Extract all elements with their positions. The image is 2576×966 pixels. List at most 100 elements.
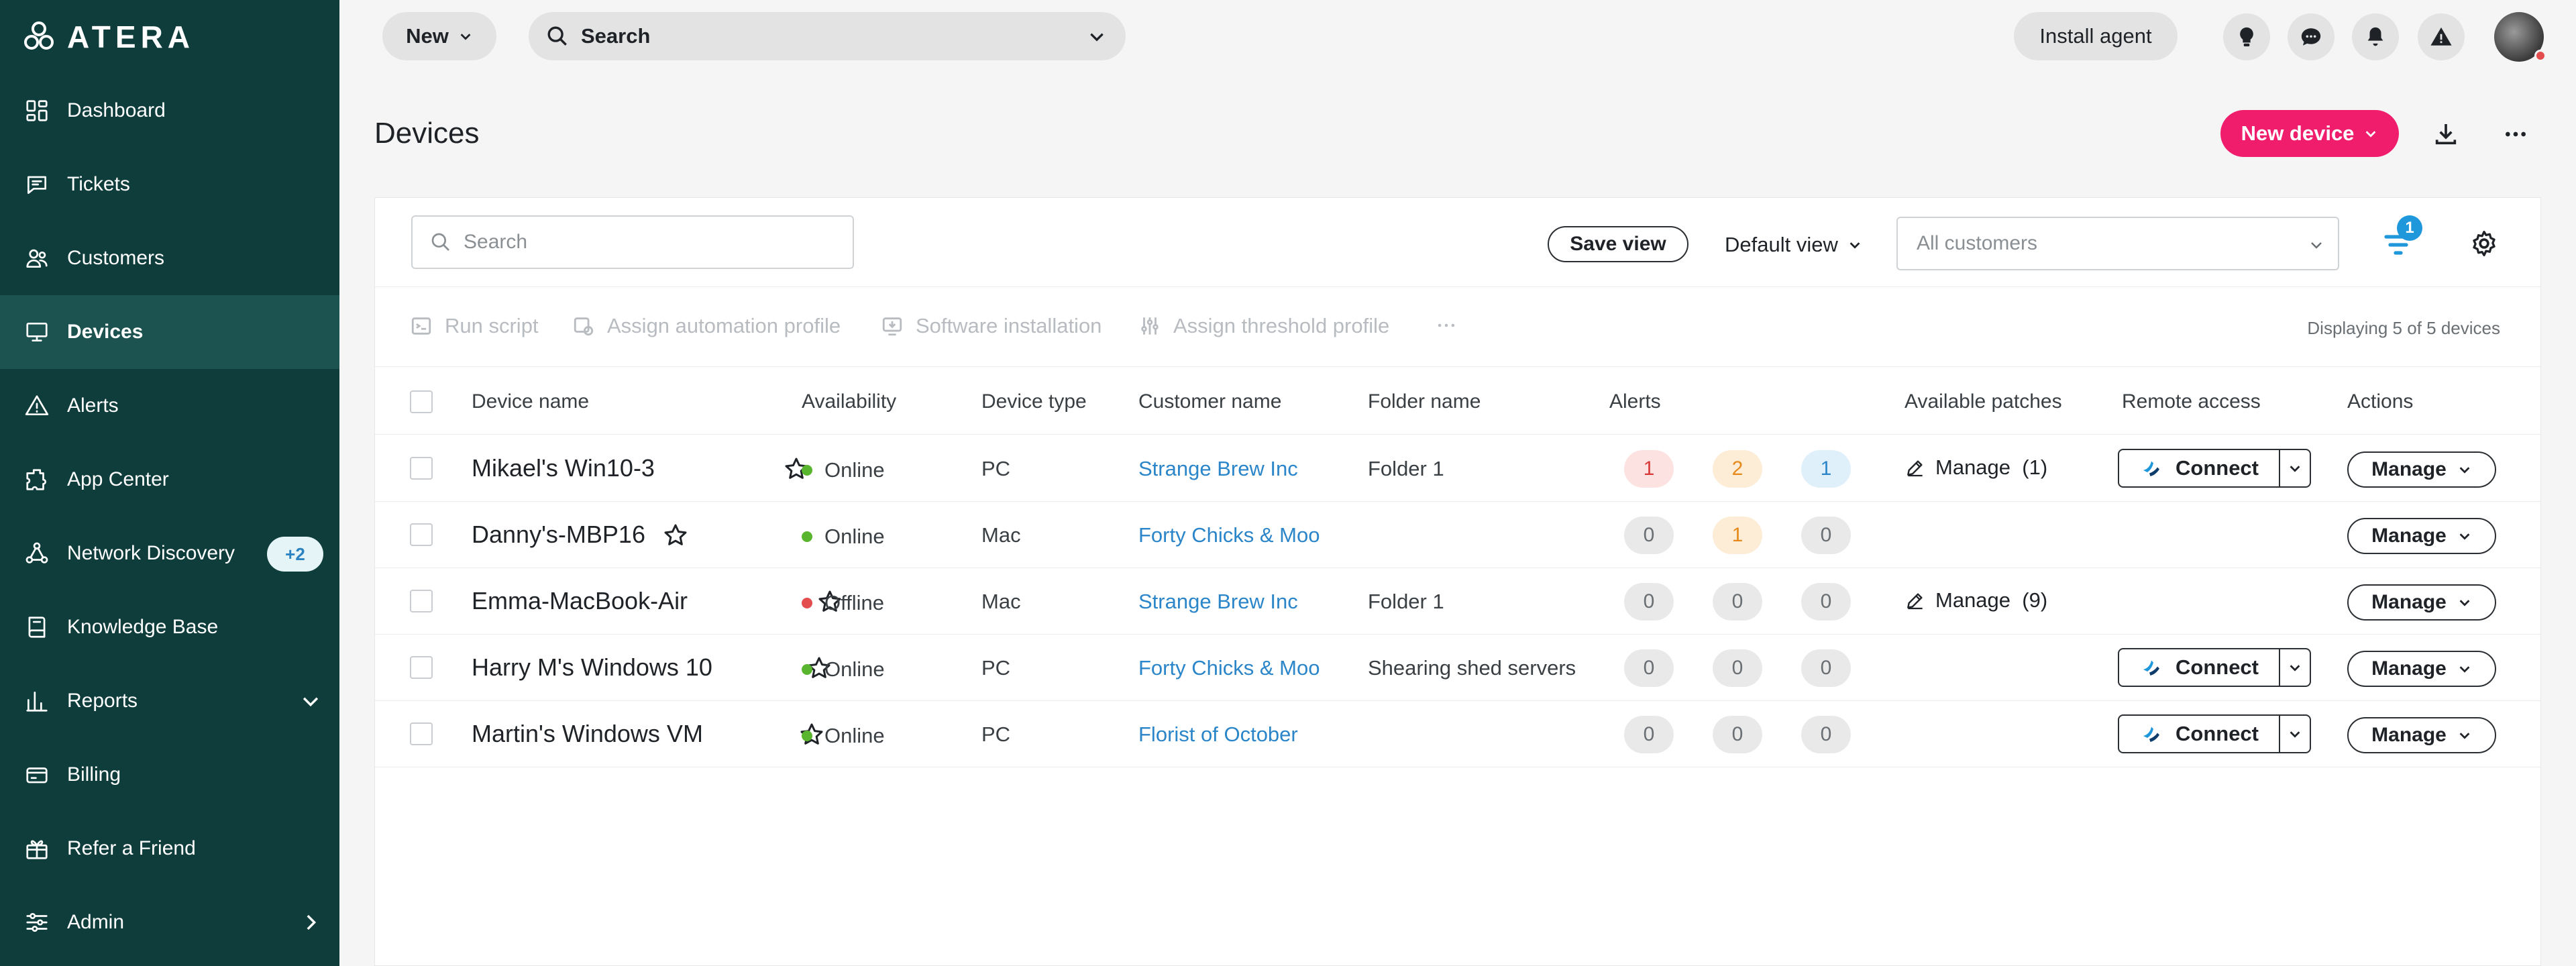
- new-device-button[interactable]: New device: [2220, 110, 2399, 157]
- connect-dropdown[interactable]: [2280, 450, 2310, 486]
- column-header[interactable]: Folder name: [1368, 390, 1481, 413]
- sidebar-item-dashboard[interactable]: Dashboard: [0, 74, 339, 148]
- column-header[interactable]: Availability: [802, 390, 896, 413]
- alert-count-badge[interactable]: 2: [1713, 450, 1762, 488]
- device-name[interactable]: Harry M's Windows 10: [472, 653, 712, 682]
- connect-dropdown[interactable]: [2280, 649, 2310, 686]
- select-all-checkbox[interactable]: [410, 390, 433, 413]
- star-icon[interactable]: [662, 522, 689, 549]
- assign-threshold-profile-action[interactable]: Assign threshold profile: [1138, 314, 1389, 338]
- user-avatar[interactable]: [2494, 12, 2546, 62]
- alert-count-badge[interactable]: 1: [1713, 517, 1762, 554]
- alert-count-badge[interactable]: 1: [1624, 450, 1674, 488]
- connect-dropdown[interactable]: [2280, 716, 2310, 752]
- table-row[interactable]: Martin's Windows VM Online PC Florist of Oc…: [375, 701, 2540, 767]
- table-row[interactable]: Mikael's Win10-3 Online PC Strange Brew Inc…: [375, 435, 2540, 502]
- sidebar-item-customers[interactable]: Customers: [0, 221, 339, 295]
- device-search-input[interactable]: Search: [411, 215, 854, 269]
- software-installation-action[interactable]: Software installation: [881, 314, 1102, 338]
- atera-logo[interactable]: ATERA: [23, 19, 195, 54]
- column-header[interactable]: Available patches: [1904, 390, 2062, 413]
- manage-patches-link[interactable]: Manage (1): [1904, 455, 2047, 480]
- alert-count-badge[interactable]: 0: [1713, 649, 1762, 687]
- alert-count-badge[interactable]: 1: [1801, 450, 1851, 488]
- new-button[interactable]: New: [382, 12, 496, 60]
- customer-link[interactable]: Florist of October: [1138, 722, 1298, 747]
- column-header[interactable]: Customer name: [1138, 390, 1281, 413]
- device-name[interactable]: Martin's Windows VM: [472, 720, 703, 748]
- alerts-button[interactable]: [2418, 13, 2465, 60]
- column-header[interactable]: Device type: [981, 390, 1087, 413]
- manage-button[interactable]: Manage: [2347, 584, 2496, 621]
- alert-count-badge[interactable]: 0: [1624, 649, 1674, 687]
- sidebar-item-billing[interactable]: Billing: [0, 738, 339, 812]
- column-header[interactable]: Actions: [2347, 390, 2413, 413]
- save-view-button[interactable]: Save view: [1548, 226, 1688, 262]
- alert-count-badge[interactable]: 0: [1801, 716, 1851, 753]
- column-header[interactable]: Alerts: [1609, 390, 1661, 413]
- sidebar-item-label: Reports: [67, 690, 138, 712]
- default-view-dropdown[interactable]: Default view: [1725, 229, 1862, 261]
- customer-select[interactable]: All customers: [1896, 217, 2339, 270]
- more-options-button[interactable]: [2500, 118, 2532, 150]
- notifications-button[interactable]: [2352, 13, 2399, 60]
- sidebar-item-admin[interactable]: Admin: [0, 885, 339, 959]
- sidebar-item-devices[interactable]: Devices: [0, 295, 339, 369]
- alert-count-badge[interactable]: 0: [1801, 517, 1851, 554]
- connect-button[interactable]: Connect: [2119, 716, 2280, 752]
- install-agent-button[interactable]: Install agent: [2014, 12, 2178, 60]
- alert-count-badge[interactable]: 0: [1624, 716, 1674, 753]
- sidebar-item-alerts[interactable]: Alerts: [0, 369, 339, 443]
- customer-link[interactable]: Forty Chicks & Moo: [1138, 523, 1320, 547]
- manage-button[interactable]: Manage: [2347, 451, 2496, 488]
- chat-button[interactable]: [2288, 13, 2334, 60]
- sidebar-item-network-discovery[interactable]: Network Discovery +2: [0, 517, 339, 590]
- assign-automation-profile-action[interactable]: Assign automation profile: [572, 314, 841, 338]
- row-checkbox[interactable]: [410, 523, 433, 546]
- customer-link[interactable]: Strange Brew Inc: [1138, 590, 1298, 614]
- alert-count-badge[interactable]: 0: [1624, 517, 1674, 554]
- gear-icon[interactable]: [2469, 229, 2499, 258]
- manage-button[interactable]: Manage: [2347, 717, 2496, 753]
- column-header[interactable]: Remote access: [2122, 390, 2261, 413]
- sidebar-item-knowledge-base[interactable]: Knowledge Base: [0, 590, 339, 664]
- sidebar-item-refer-a-friend[interactable]: Refer a Friend: [0, 812, 339, 885]
- manage-button[interactable]: Manage: [2347, 651, 2496, 687]
- column-header[interactable]: Device name: [472, 390, 589, 413]
- device-name[interactable]: Emma-MacBook-Air: [472, 587, 688, 615]
- table-row[interactable]: Harry M's Windows 10 Online PC Forty Chicks…: [375, 635, 2540, 701]
- sidebar-item-app-center[interactable]: App Center: [0, 443, 339, 517]
- device-name[interactable]: Mikael's Win10-3: [472, 454, 655, 482]
- download-button[interactable]: [2430, 118, 2462, 150]
- customer-link[interactable]: Forty Chicks & Moo: [1138, 656, 1320, 680]
- sidebar-item-tickets[interactable]: Tickets: [0, 148, 339, 221]
- customer-link[interactable]: Strange Brew Inc: [1138, 457, 1298, 481]
- alert-count-badge[interactable]: 0: [1801, 583, 1851, 621]
- alert-count-badge[interactable]: 0: [1713, 716, 1762, 753]
- row-checkbox[interactable]: [410, 722, 433, 745]
- manage-patches-link[interactable]: Manage (9): [1904, 588, 2047, 612]
- alert-count-badge[interactable]: 0: [1713, 583, 1762, 621]
- more-actions-button[interactable]: [1435, 314, 1470, 337]
- global-search[interactable]: Search: [529, 12, 1126, 60]
- alert-count-badge[interactable]: 0: [1624, 583, 1674, 621]
- search-icon: [431, 233, 449, 251]
- connect-button[interactable]: Connect: [2119, 649, 2280, 686]
- customers-icon: [24, 246, 50, 271]
- row-checkbox[interactable]: [410, 457, 433, 480]
- table-row[interactable]: Danny's-MBP16 Online Mac Forty Chicks & Moo…: [375, 502, 2540, 568]
- row-checkbox[interactable]: [410, 590, 433, 612]
- connect-button[interactable]: Connect: [2119, 450, 2280, 486]
- alert-count-badge[interactable]: 0: [1801, 649, 1851, 687]
- tips-button[interactable]: [2223, 13, 2270, 60]
- run-script-action[interactable]: Run script: [410, 314, 539, 338]
- logo-text: ATERA: [67, 19, 195, 54]
- table-row[interactable]: Emma-MacBook-Air Offline Mac Strange Brew I…: [375, 568, 2540, 635]
- sidebar-item-reports[interactable]: Reports: [0, 664, 339, 738]
- device-type: Mac: [981, 523, 1021, 547]
- device-name[interactable]: Danny's-MBP16: [472, 521, 645, 549]
- manage-button[interactable]: Manage: [2347, 518, 2496, 554]
- warning-icon: [2430, 27, 2452, 46]
- row-checkbox[interactable]: [410, 656, 433, 679]
- chevron-down-icon[interactable]: [1088, 28, 1106, 46]
